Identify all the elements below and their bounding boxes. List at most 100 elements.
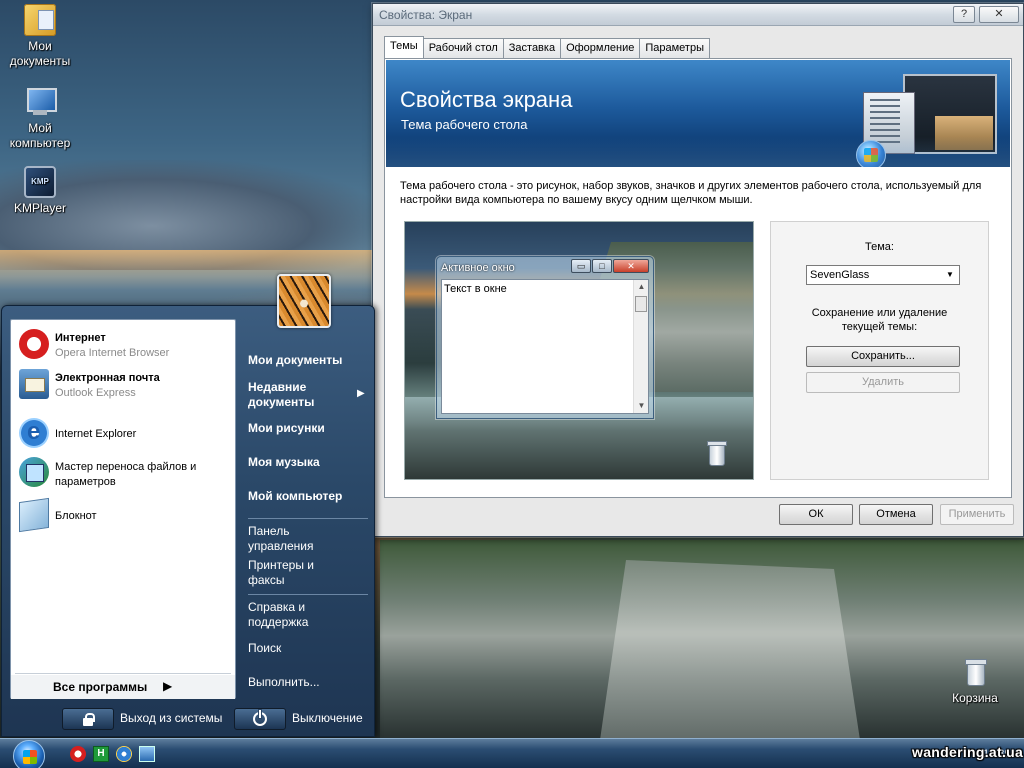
chevron-right-icon: ▶ (357, 388, 365, 399)
monitor-illustration (903, 74, 997, 154)
internet-explorer-icon[interactable] (116, 746, 132, 762)
divider (248, 518, 368, 519)
tab-screensaver[interactable]: Заставка (502, 38, 562, 58)
scroll-down-icon: ▼ (637, 401, 646, 410)
place-recent-documents[interactable]: Недавние документы (248, 380, 353, 410)
divider (248, 594, 368, 595)
window-illustration (863, 92, 915, 154)
dialog-titlebar[interactable]: Свойства: Экран ? ✕ (373, 4, 1023, 26)
delete-theme-button[interactable]: Удалить (806, 372, 960, 393)
banner-subtitle: Тема рабочего стола (401, 117, 528, 132)
start-item-title: Internet Explorer (55, 428, 137, 440)
opera-icon (19, 329, 49, 359)
save-delete-label: Сохранение или удаление текущей темы: (811, 307, 948, 333)
place-my-music[interactable]: Моя музыка (248, 455, 368, 470)
lock-icon (81, 712, 95, 726)
start-item-subtitle: Opera Internet Browser (55, 347, 170, 359)
recycle-bin-icon (959, 656, 991, 688)
windows-logo-icon (856, 140, 886, 167)
start-item-email[interactable]: Электронная почта Outlook Express (17, 369, 231, 401)
save-theme-button[interactable]: Сохранить... (806, 346, 960, 367)
desktop-icon-label: KMPlayer (13, 201, 66, 215)
close-button[interactable]: ✕ (979, 6, 1019, 23)
start-item-title: Мастер переноса файлов и параметров (55, 461, 197, 488)
place-control-panel[interactable]: Панель управления (248, 524, 328, 554)
theme-label: Тема: (865, 241, 894, 253)
place-printers-faxes[interactable]: Принтеры и факсы (248, 558, 328, 588)
start-item-internet[interactable]: Интернет Opera Internet Browser (17, 329, 231, 361)
theme-select-value: SevenGlass (810, 269, 870, 281)
power-icon (253, 710, 267, 726)
all-programs-button[interactable]: Все программы ▶ (11, 675, 235, 699)
start-button[interactable] (13, 740, 45, 768)
start-menu-footer: Выход из системы Выключение (2, 703, 374, 737)
place-my-documents[interactable]: Мои документы (248, 353, 368, 368)
ok-button[interactable]: ОК (779, 504, 853, 525)
logoff-button[interactable] (62, 708, 114, 730)
divider (15, 673, 231, 674)
shutdown-button[interactable] (234, 708, 286, 730)
kmplayer-icon: KMP (24, 166, 56, 198)
taskbar: H EN 17:39 (0, 738, 1024, 768)
preview-recycle-bin-icon (706, 440, 727, 466)
desktop-icon-label: Мой компьютер (9, 121, 71, 150)
start-menu: Интернет Opera Internet Browser Электрон… (1, 305, 375, 737)
desktop-icon-my-computer[interactable]: Мой компьютер (0, 86, 80, 151)
start-item-migration-wizard[interactable]: Мастер переноса файлов и параметров (17, 457, 231, 489)
start-menu-programs: Интернет Opera Internet Browser Электрон… (10, 319, 236, 699)
watermark: wandering.at.ua (912, 744, 1024, 760)
green-app-icon[interactable]: H (93, 746, 109, 762)
apply-button[interactable]: Применить (940, 504, 1014, 525)
place-run[interactable]: Выполнить... (248, 675, 368, 690)
minimize-icon: ▭ (571, 259, 591, 273)
start-item-title: Блокнот (55, 510, 97, 522)
tab-desktop[interactable]: Рабочий стол (422, 38, 504, 58)
tab-appearance[interactable]: Оформление (560, 38, 641, 58)
theme-select[interactable]: SevenGlass ▼ (806, 265, 960, 285)
opera-icon[interactable] (70, 746, 86, 762)
preview-window-title: Активное окно (441, 262, 515, 274)
logoff-label[interactable]: Выход из системы (120, 711, 222, 725)
preview-window-buttons: ▭ □ ✕ (570, 259, 649, 273)
wallpaper-cliff-highlight (600, 560, 860, 740)
migration-wizard-icon (19, 457, 49, 487)
place-help-support[interactable]: Справка и поддержка (248, 600, 328, 630)
themes-tab-panel: Свойства экрана Тема рабочего стола Тема… (384, 58, 1012, 498)
dialog-title: Свойства: Экран (379, 8, 473, 22)
user-avatar[interactable] (277, 274, 331, 328)
my-documents-icon (24, 4, 56, 36)
place-my-computer[interactable]: Мой компьютер (248, 489, 368, 504)
internet-explorer-icon (19, 418, 49, 448)
show-desktop-icon[interactable] (139, 746, 155, 762)
desktop-icon-label: Мои документы (9, 39, 71, 68)
theme-description: Тема рабочего стола - это рисунок, набор… (400, 180, 982, 206)
start-item-internet-explorer[interactable]: Internet Explorer (17, 418, 231, 450)
scroll-thumb (635, 296, 647, 312)
start-item-notepad[interactable]: Блокнот (17, 497, 231, 533)
theme-preview: Активное окно ▭ □ ✕ Текст в окне ▲ ▼ (404, 221, 754, 480)
desktop-icon-kmplayer[interactable]: KMP KMPlayer (0, 166, 80, 216)
scroll-up-icon: ▲ (637, 282, 646, 291)
tab-themes[interactable]: Темы (384, 36, 424, 58)
preview-window-text: Текст в окне (444, 283, 507, 295)
desktop-icon-my-documents[interactable]: Мои документы (0, 4, 80, 69)
tab-settings[interactable]: Параметры (639, 38, 710, 58)
start-item-subtitle: Outlook Express (55, 387, 136, 399)
theme-controls: Тема: SevenGlass ▼ Сохранение или удален… (770, 221, 989, 480)
cancel-button[interactable]: Отмена (859, 504, 933, 525)
chevron-right-icon: ▶ (163, 679, 173, 693)
place-search[interactable]: Поиск (248, 641, 368, 656)
tab-strip: Темы Рабочий стол Заставка Оформление Па… (384, 36, 710, 58)
start-item-title: Интернет (55, 332, 106, 344)
all-programs-label: Все программы (53, 680, 148, 694)
shutdown-label[interactable]: Выключение (292, 711, 363, 725)
place-my-pictures[interactable]: Мои рисунки (248, 421, 368, 436)
desktop-icon-recycle-bin[interactable]: Корзина (935, 656, 1015, 706)
close-icon: ✕ (613, 259, 649, 273)
preview-active-window: Активное окно ▭ □ ✕ Текст в окне ▲ ▼ (436, 256, 654, 419)
chevron-down-icon: ▼ (946, 270, 954, 279)
help-button[interactable]: ? (953, 6, 975, 23)
start-item-title: Электронная почта (55, 372, 160, 384)
display-properties-dialog: Свойства: Экран ? ✕ Темы Рабочий стол За… (372, 3, 1024, 537)
header-banner: Свойства экрана Тема рабочего стола (386, 60, 1010, 167)
